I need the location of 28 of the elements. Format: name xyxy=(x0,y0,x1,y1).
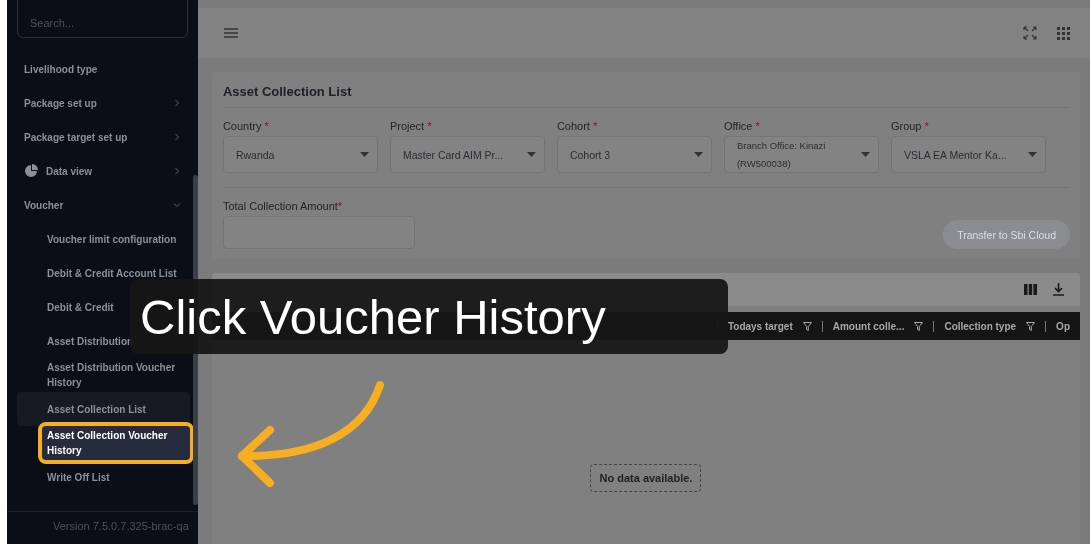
sidebar-item[interactable]: Package target set up xyxy=(7,120,189,154)
sidebar-item[interactable]: Livelihood type xyxy=(7,52,189,86)
dropdown[interactable]: Branch Office: Kinazi (RW500038) xyxy=(723,136,879,173)
sidebar-item[interactable]: Voucher xyxy=(7,188,189,222)
field-label: Total Collection Amount* xyxy=(222,200,344,212)
sidebar-item[interactable]: Data view xyxy=(7,154,189,188)
dropdown[interactable]: Cohort 3 xyxy=(556,136,712,173)
dropdown[interactable]: VSLA EA Mentor Ka... xyxy=(890,136,1046,173)
dropdown[interactable]: Master Card AIM Pr... xyxy=(389,136,545,173)
field-label: Country * xyxy=(222,120,270,132)
sidebar-item[interactable]: Package set up xyxy=(7,86,189,120)
page-title: Asset Collection List xyxy=(222,84,1070,108)
dropdown[interactable]: Rwanda xyxy=(222,136,378,173)
sidebar-subitem[interactable]: Write Off List xyxy=(17,460,190,494)
version-text: Version 7.5.0.7.325-brac-qa xyxy=(7,511,198,544)
field-label: Cohort * xyxy=(556,120,599,132)
sidebar-subitem[interactable]: Debit & Credit Account List xyxy=(17,256,190,290)
empty-message: No data available. xyxy=(590,464,702,492)
field-label: Group * xyxy=(890,120,930,132)
column-header[interactable]: Op xyxy=(1045,320,1080,332)
column-header[interactable]: Amount colle... xyxy=(821,320,934,332)
search-field[interactable]: Search... xyxy=(17,0,188,38)
sidebar-subitem[interactable]: Asset Collection List xyxy=(17,392,190,426)
sidebar-subitem[interactable]: Voucher limit configuration xyxy=(17,222,190,256)
field-label: Office * xyxy=(723,120,761,132)
sidebar-subitem[interactable]: Asset Distribution Voucher History xyxy=(17,358,190,392)
column-header[interactable]: Collection type xyxy=(933,320,1046,332)
field-label: Project * xyxy=(389,120,433,132)
